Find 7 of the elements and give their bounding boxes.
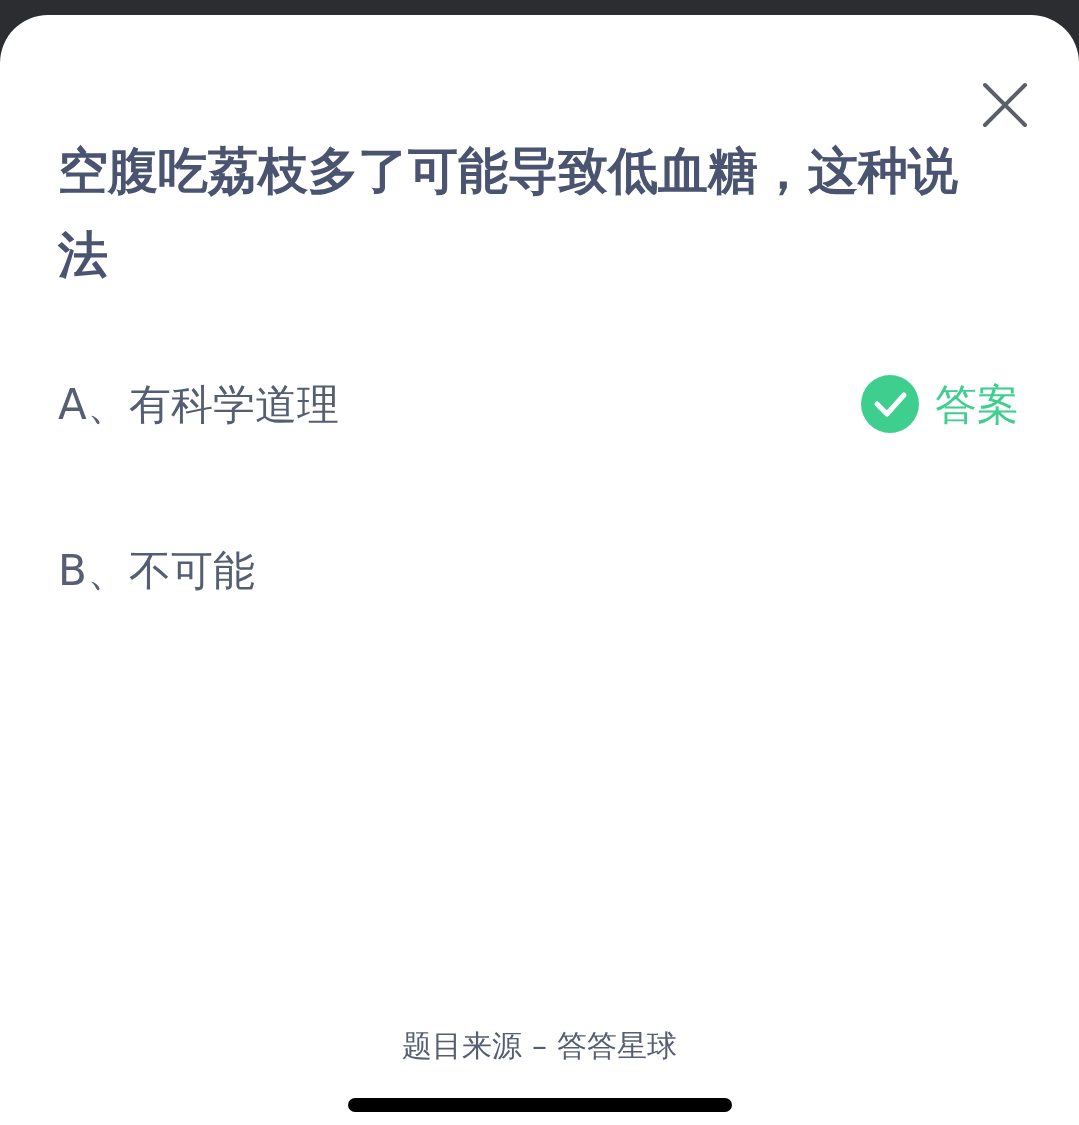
close-icon[interactable] [981, 81, 1029, 129]
option-text[interactable]: A、有科学道理 [58, 372, 339, 436]
answer-label: 答案 [935, 378, 1019, 431]
option-text[interactable]: B、不可能 [58, 538, 255, 602]
check-icon [861, 375, 919, 433]
source-text: 题目来源 – 答答星球 [402, 1027, 677, 1065]
question-text: 空腹吃荔枝多了可能导致低血糖，这种说法 [58, 141, 959, 286]
